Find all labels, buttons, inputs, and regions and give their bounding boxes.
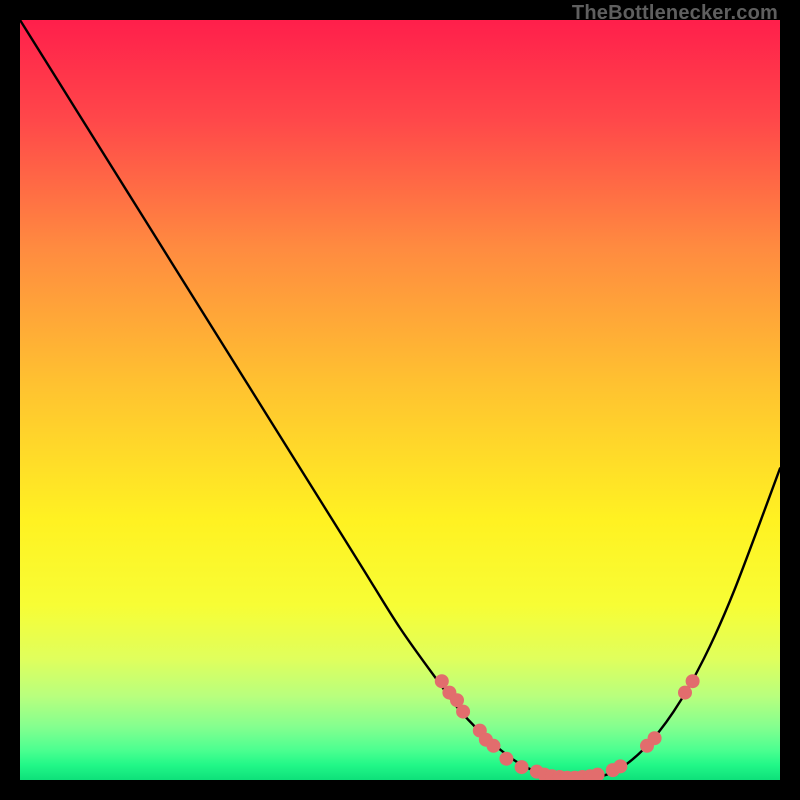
data-point [613, 759, 627, 773]
data-point [499, 752, 513, 766]
watermark-text: TheBottlenecker.com [572, 2, 778, 25]
bottleneck-chart [20, 20, 780, 780]
chart-frame [20, 20, 780, 780]
data-point [686, 674, 700, 688]
data-point [456, 705, 470, 719]
data-point [648, 731, 662, 745]
chart-background [20, 20, 780, 780]
data-point [435, 674, 449, 688]
data-point [486, 739, 500, 753]
data-point [515, 760, 529, 774]
data-point [678, 686, 692, 700]
